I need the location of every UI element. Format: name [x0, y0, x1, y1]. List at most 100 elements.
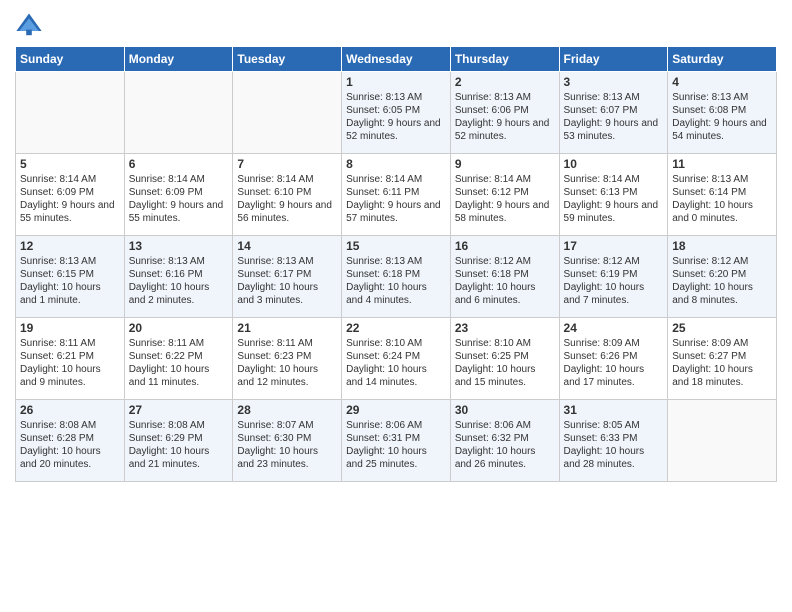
cell-content-line: Daylight: 10 hours and 15 minutes. [455, 363, 555, 389]
day-number: 19 [20, 321, 120, 335]
calendar-cell [668, 400, 777, 482]
cell-content-line: Sunrise: 8:08 AM [20, 419, 120, 432]
day-number: 31 [564, 403, 664, 417]
cell-content-line: Sunset: 6:25 PM [455, 350, 555, 363]
cell-content-line: Sunset: 6:14 PM [672, 186, 772, 199]
day-number: 18 [672, 239, 772, 253]
cell-content-line: Daylight: 10 hours and 0 minutes. [672, 199, 772, 225]
cell-content-line: Sunset: 6:07 PM [564, 104, 664, 117]
day-number: 27 [129, 403, 229, 417]
cell-content-line: Daylight: 10 hours and 18 minutes. [672, 363, 772, 389]
cell-content-line: Sunrise: 8:14 AM [455, 173, 555, 186]
day-number: 4 [672, 75, 772, 89]
cell-content-line: Daylight: 10 hours and 17 minutes. [564, 363, 664, 389]
day-number: 30 [455, 403, 555, 417]
calendar-cell: 2Sunrise: 8:13 AMSunset: 6:06 PMDaylight… [450, 72, 559, 154]
day-number: 23 [455, 321, 555, 335]
cell-content-line: Sunrise: 8:14 AM [346, 173, 446, 186]
cell-content-line: Daylight: 9 hours and 54 minutes. [672, 117, 772, 143]
calendar-cell: 15Sunrise: 8:13 AMSunset: 6:18 PMDayligh… [342, 236, 451, 318]
cell-content-line: Daylight: 9 hours and 59 minutes. [564, 199, 664, 225]
cell-content-line: Sunrise: 8:06 AM [346, 419, 446, 432]
calendar-cell: 23 Sunrise: 8:10 AMSunset: 6:25 PMDayligh… [450, 318, 559, 400]
cell-content-line: Sunrise: 8:14 AM [237, 173, 337, 186]
weekday-header-saturday: Saturday [668, 47, 777, 72]
cell-content-line: Sunset: 6:17 PM [237, 268, 337, 281]
logo [15, 10, 47, 38]
calendar-cell: 30Sunrise: 8:06 AMSunset: 6:32 PMDayligh… [450, 400, 559, 482]
week-row-1: 1 Sunrise: 8:13 AM Sunset: 6:05 PM Daylight… [16, 72, 777, 154]
day-number: 22 [346, 321, 446, 335]
cell-content-line: Daylight: 9 hours and 55 minutes. [20, 199, 120, 225]
cell-content-line: Sunset: 6:22 PM [129, 350, 229, 363]
cell-content-line: Sunset: 6:18 PM [346, 268, 446, 281]
cell-content-line: Sunset: 6:05 PM [346, 104, 446, 117]
calendar-cell: 28Sunrise: 8:07 AMSunset: 6:30 PMDayligh… [233, 400, 342, 482]
calendar-cell: 10Sunrise: 8:14 AMSunset: 6:13 PMDayligh… [559, 154, 668, 236]
day-number: 1 [346, 75, 446, 89]
calendar-cell: 14Sunrise: 8:13 AMSunset: 6:17 PMDayligh… [233, 236, 342, 318]
calendar-cell: 6Sunrise: 8:14 AMSunset: 6:09 PMDaylight… [124, 154, 233, 236]
cell-content-line: Sunset: 6:30 PM [237, 432, 337, 445]
cell-content-line: Sunrise: 8:14 AM [129, 173, 229, 186]
calendar-cell: 24Sunrise: 8:09 AMSunset: 6:26 PMDayligh… [559, 318, 668, 400]
day-number: 7 [237, 157, 337, 171]
cell-content-line: Sunrise: 8:12 AM [564, 255, 664, 268]
cell-content-line: Sunrise: 8:10 AM [455, 337, 555, 350]
cell-content-line: Sunset: 6:21 PM [20, 350, 120, 363]
cell-content-line: Daylight: 10 hours and 20 minutes. [20, 445, 120, 471]
cell-content-line: Daylight: 10 hours and 25 minutes. [346, 445, 446, 471]
calendar-cell: 13Sunrise: 8:13 AMSunset: 6:16 PMDayligh… [124, 236, 233, 318]
calendar-cell: 5Sunrise: 8:14 AMSunset: 6:09 PMDaylight… [16, 154, 125, 236]
calendar-cell: 21Sunrise: 8:11 AMSunset: 6:23 PMDayligh… [233, 318, 342, 400]
calendar-cell: 18Sunrise: 8:12 AMSunset: 6:20 PMDayligh… [668, 236, 777, 318]
cell-content-line: Sunset: 6:24 PM [346, 350, 446, 363]
calendar: SundayMondayTuesdayWednesdayThursdayFrid… [15, 46, 777, 482]
cell-content-line: Sunset: 6:16 PM [129, 268, 229, 281]
calendar-cell: 17Sunrise: 8:12 AMSunset: 6:19 PMDayligh… [559, 236, 668, 318]
cell-content-line: Sunrise: 8:05 AM [564, 419, 664, 432]
day-number: 10 [564, 157, 664, 171]
cell-content-line: Sunrise: 8:11 AM [237, 337, 337, 350]
cell-content-line: Sunrise: 8:13 AM [672, 173, 772, 186]
cell-content-line: Sunset: 6:10 PM [237, 186, 337, 199]
day-number: 16 [455, 239, 555, 253]
calendar-cell: 4Sunrise: 8:13 AMSunset: 6:08 PMDaylight… [668, 72, 777, 154]
logo-icon [15, 10, 43, 38]
cell-content-line: Sunrise: 8:08 AM [129, 419, 229, 432]
cell-content-line: Daylight: 10 hours and 28 minutes. [564, 445, 664, 471]
cell-content-line: Sunrise: 8:11 AM [129, 337, 229, 350]
cell-content-line: Sunrise: 8:13 AM [672, 91, 772, 104]
cell-content-line: Sunset: 6:31 PM [346, 432, 446, 445]
cell-content-line: Daylight: 10 hours and 26 minutes. [455, 445, 555, 471]
calendar-cell: 31Sunrise: 8:05 AMSunset: 6:33 PMDayligh… [559, 400, 668, 482]
day-number: 8 [346, 157, 446, 171]
cell-content-line: Daylight: 9 hours and 58 minutes. [455, 199, 555, 225]
day-number: 13 [129, 239, 229, 253]
cell-content-line: Daylight: 10 hours and 23 minutes. [237, 445, 337, 471]
day-number: 5 [20, 157, 120, 171]
calendar-cell: 26Sunrise: 8:08 AMSunset: 6:28 PMDayligh… [16, 400, 125, 482]
cell-content-line: Sunrise: 8:13 AM [455, 91, 555, 104]
weekday-header-wednesday: Wednesday [342, 47, 451, 72]
cell-content-line: Daylight: 10 hours and 4 minutes. [346, 281, 446, 307]
weekday-header-friday: Friday [559, 47, 668, 72]
day-number: 11 [672, 157, 772, 171]
day-number: 14 [237, 239, 337, 253]
cell-content-line: Daylight: 10 hours and 1 minute. [20, 281, 120, 307]
cell-content-line: Sunrise: 8:13 AM [564, 91, 664, 104]
cell-content-line: Daylight: 10 hours and 8 minutes. [672, 281, 772, 307]
cell-content-line: Daylight: 10 hours and 14 minutes. [346, 363, 446, 389]
calendar-cell: 27Sunrise: 8:08 AMSunset: 6:29 PMDayligh… [124, 400, 233, 482]
day-number: 24 [564, 321, 664, 335]
cell-content-line: Sunrise: 8:13 AM [346, 255, 446, 268]
day-number: 3 [564, 75, 664, 89]
calendar-cell: 20Sunrise: 8:11 AMSunset: 6:22 PMDayligh… [124, 318, 233, 400]
cell-content-line: Sunrise: 8:13 AM [237, 255, 337, 268]
weekday-header-sunday: Sunday [16, 47, 125, 72]
cell-content-line: Sunrise: 8:12 AM [672, 255, 772, 268]
day-number: 25 [672, 321, 772, 335]
calendar-cell: 16Sunrise: 8:12 AMSunset: 6:18 PMDayligh… [450, 236, 559, 318]
calendar-cell: 3Sunrise: 8:13 AMSunset: 6:07 PMDaylight… [559, 72, 668, 154]
cell-content-line: Sunset: 6:19 PM [564, 268, 664, 281]
